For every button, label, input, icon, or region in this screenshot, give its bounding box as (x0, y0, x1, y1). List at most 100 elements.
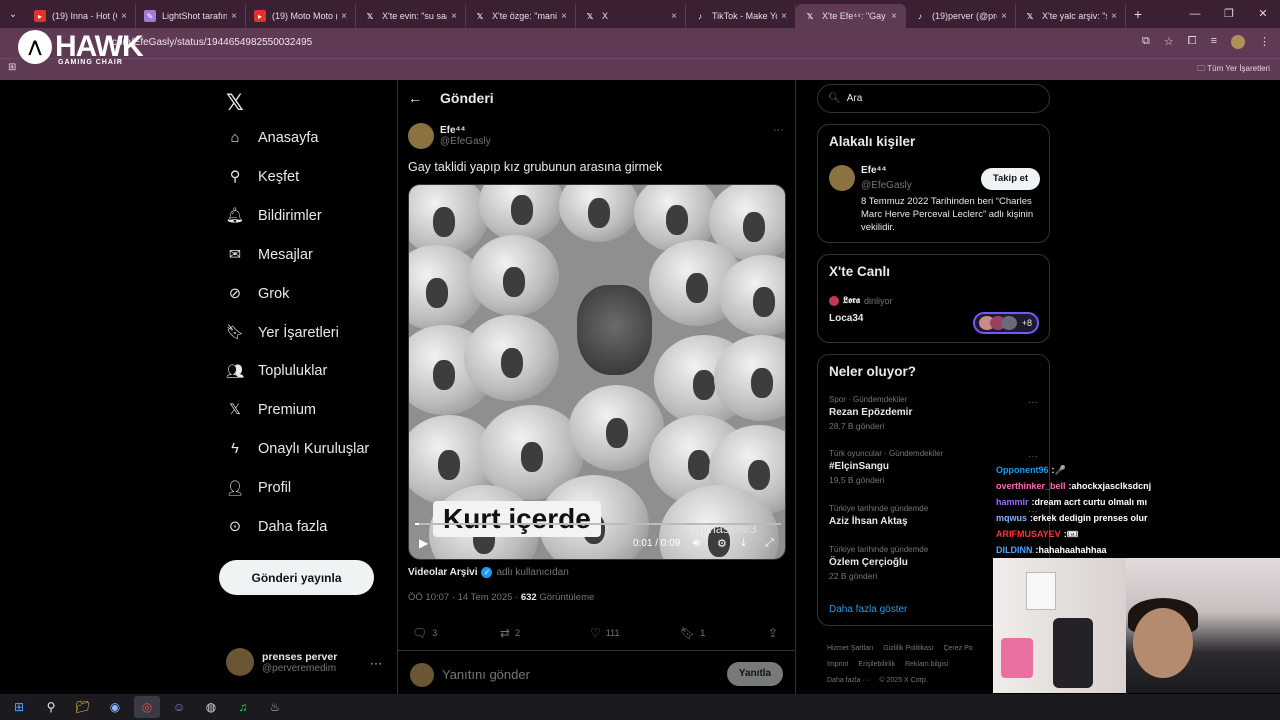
nav-item-mesajlar[interactable]: ✉ Mesajlar (226, 241, 313, 269)
apps-icon[interactable]: ⊞ (8, 62, 16, 73)
nav-item-profil[interactable]: 👤︎ Profil (226, 474, 291, 502)
nav-item-premium[interactable]: 𝕏 Premium (226, 396, 316, 424)
fullscreen-icon[interactable]: ⤢ (765, 537, 774, 550)
discord-icon[interactable]: ☺ (166, 696, 192, 718)
nav-item-keşfet[interactable]: ⚲ Keşfet (226, 163, 299, 191)
video-progress-bar[interactable] (415, 523, 781, 525)
post-button[interactable]: Gönderi yayınla (219, 560, 374, 595)
windows-icon[interactable]: ⊞ (6, 696, 32, 718)
nav-item-topluluklar[interactable]: 👥︎ Topluluklar (226, 357, 328, 385)
close-tab-icon[interactable]: × (891, 11, 897, 22)
footer-link[interactable]: Daha fazla ··· (827, 677, 869, 684)
bookmark-button[interactable]: 🔖︎ 1 (680, 626, 705, 640)
volume-icon[interactable]: 🔊︎ (693, 537, 700, 550)
minimize-button[interactable]: — (1178, 0, 1212, 28)
browser-tab[interactable]: ▸ (19) Moto Moto (× (246, 4, 356, 28)
trend-item[interactable]: Türk oyuncular · Gündemdekiler #ElçinSang… (829, 449, 943, 485)
browser-tab[interactable]: ✎ LightShot tarafınd × (136, 4, 246, 28)
close-tab-icon[interactable]: × (561, 11, 567, 22)
close-tab-icon[interactable]: × (341, 11, 347, 22)
live-card[interactable]: X'te Canlı 𝕷𝖔𝖗𝖆 dinliyor Loca34 +8 (817, 254, 1050, 343)
pip-icon[interactable]: ⤓ (741, 537, 746, 550)
listeners-pill[interactable]: +8 (973, 312, 1039, 334)
author-name[interactable]: Efe⁴⁴ (440, 125, 491, 136)
profile-avatar[interactable] (1231, 35, 1245, 49)
app-icon[interactable]: ◉ (102, 696, 128, 718)
close-tab-icon[interactable]: × (231, 11, 237, 22)
trend-more-icon[interactable]: ··· (1028, 451, 1038, 462)
nav-item-daha-fazla[interactable]: ⊙ Daha fazla (226, 513, 327, 541)
author-avatar[interactable] (408, 123, 434, 149)
share-button[interactable]: ⇪ (768, 626, 783, 640)
account-switcher[interactable]: prenses perver @perveremedim ··· (226, 648, 386, 676)
nav-item-anasayfa[interactable]: ⌂ Anasayfa (226, 124, 319, 152)
reply-input[interactable]: Yanıtını gönder (442, 667, 530, 682)
post-timestamp[interactable]: ÖÖ 10:07 · 14 Tem 2025 · (408, 592, 518, 603)
repost-button[interactable]: ⇄ 2 (500, 626, 520, 640)
browser-tab[interactable]: 𝕏 X'te evin: "su saat × (356, 4, 466, 28)
browser-tab[interactable]: ♪ TikTok - Make You × (686, 4, 796, 28)
back-arrow-icon[interactable]: ← (408, 90, 422, 106)
search-icon[interactable]: ⚲ (38, 696, 64, 718)
footer-link[interactable]: Erişilebilirlik (858, 661, 895, 668)
cast-icon[interactable]: ⧉ (1142, 35, 1150, 49)
related-avatar[interactable] (829, 165, 855, 191)
new-tab-button[interactable]: + (1126, 6, 1150, 22)
nav-item-yer-i-şaretleri[interactable]: 🔖︎ Yer İşaretleri (226, 319, 339, 347)
post-author[interactable]: Efe⁴⁴ @EfeGasly (408, 123, 491, 149)
browser-tab[interactable]: ♪ (19)perver (@pre × (906, 4, 1016, 28)
source-name[interactable]: Videolar Arşivi (408, 567, 477, 578)
close-tab-icon[interactable]: × (781, 11, 787, 22)
url-field[interactable]: com/EfeGasly/status/1944654982550032495 (112, 33, 1112, 53)
browser-tab[interactable]: 𝕏 X × (576, 4, 686, 28)
footer-link[interactable]: © 2025 X Corp. (879, 677, 927, 684)
reply-button[interactable]: 🗨︎ 3 (412, 626, 437, 640)
files-icon[interactable]: 📁︎ (70, 696, 96, 718)
trend-item[interactable]: Türkiye tarihinde gündemde Aziz İhsan Akt… (829, 504, 928, 530)
browser-tab[interactable]: 𝕏 X'te Efe⁴⁴: "Gay ta × (796, 4, 906, 28)
footer-link[interactable]: Gizlilik Politikası (883, 645, 933, 652)
trend-item[interactable]: Türkiye tarihinde gündemde Özlem Çerçioğl… (829, 545, 928, 581)
browser-tab[interactable]: ▸ (19) Inna - Hot (O × (26, 4, 136, 28)
trend-more-icon[interactable]: ··· (1028, 397, 1038, 408)
extensions-icon[interactable]: ⧠ (1188, 35, 1197, 49)
search-input[interactable]: 🔍︎ Ara (817, 84, 1050, 113)
trend-item[interactable]: Spor · Gündemdekiler Rezan Epözdemir 28,7 … (829, 395, 912, 431)
close-tab-icon[interactable]: × (1001, 11, 1007, 22)
footer-link[interactable]: Çerez Po (943, 645, 972, 652)
like-button[interactable]: ♡ 111 (590, 626, 619, 640)
steam-icon[interactable]: ♨ (262, 696, 288, 718)
spotify-icon[interactable]: ♫ (230, 696, 256, 718)
footer-link[interactable]: Hizmet Şartları (827, 645, 873, 652)
related-name[interactable]: Efe⁴⁴ (861, 165, 886, 176)
post-video[interactable]: Kurt içerde mmaskse3 ▶ 0:01 / 0:09 🔊︎ ⚙ … (408, 184, 786, 560)
settings-icon[interactable]: ⚙ (717, 537, 727, 550)
post-more-icon[interactable]: ··· (773, 124, 784, 136)
follow-button[interactable]: Takip et (981, 168, 1040, 190)
browser-tab[interactable]: 𝕏 X'te yalc arşiv: "si × (1016, 4, 1126, 28)
tab-search-button[interactable]: ⌄ (0, 0, 26, 28)
nav-item-bildirimler[interactable]: 🔔︎ Bildirimler (226, 202, 322, 230)
chrome-icon[interactable]: ◎ (134, 696, 160, 718)
footer-link[interactable]: Reklam bilgisi (905, 661, 948, 668)
more-icon[interactable]: ··· (370, 656, 382, 670)
obs-icon[interactable]: ◍ (198, 696, 224, 718)
browser-tab[interactable]: 𝕏 X'te özge: "manife × (466, 4, 576, 28)
all-bookmarks[interactable]: 🗀 Tüm Yer İşaretleri (1197, 63, 1270, 77)
close-tab-icon[interactable]: × (671, 11, 677, 22)
nav-item-grok[interactable]: ⊘ Grok (226, 280, 290, 308)
nav-item-onaylı-kuruluşlar[interactable]: ϟ Onaylı Kuruluşlar (226, 435, 369, 463)
show-more-link[interactable]: Daha fazla göster (829, 604, 907, 615)
restore-button[interactable]: ❐ (1212, 0, 1246, 28)
close-tab-icon[interactable]: × (121, 11, 127, 22)
x-logo-icon[interactable]: 𝕏 (226, 90, 244, 116)
close-window-button[interactable]: ✕ (1246, 0, 1280, 28)
menu-icon[interactable]: ⋮ (1259, 35, 1270, 49)
reply-submit-button[interactable]: Yanıtla (727, 662, 783, 686)
media-icon[interactable]: ≡ (1211, 35, 1217, 49)
footer-link[interactable]: Imprint (827, 661, 848, 668)
star-icon[interactable]: ☆ (1164, 35, 1174, 49)
play-icon[interactable]: ▶ (419, 536, 428, 550)
close-tab-icon[interactable]: × (451, 11, 457, 22)
close-tab-icon[interactable]: × (1111, 11, 1117, 22)
